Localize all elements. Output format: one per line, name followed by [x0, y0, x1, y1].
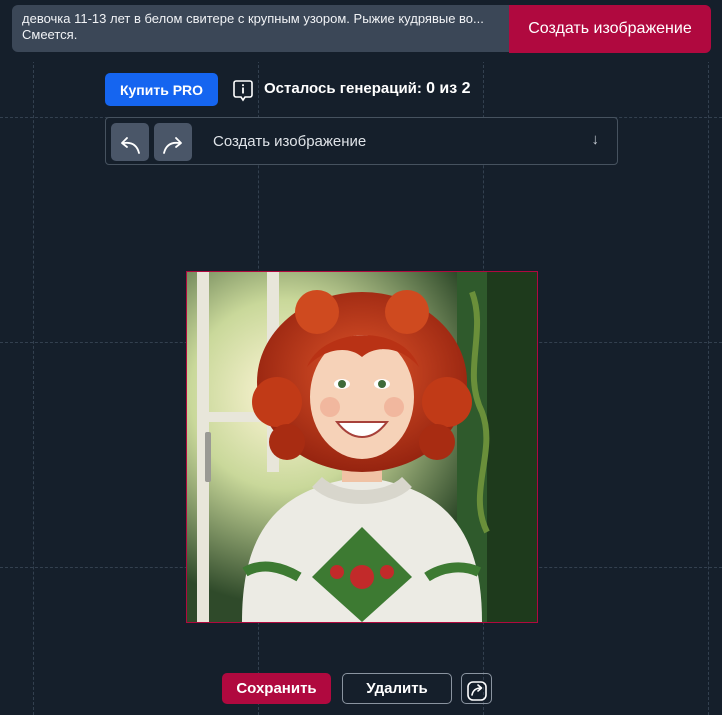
generated-image [186, 271, 538, 623]
redo-button[interactable] [154, 123, 192, 161]
mode-toolbar: Создать изображение ↓ [105, 117, 618, 165]
buy-pro-button[interactable]: Купить PRO [105, 73, 218, 106]
chevron-down-icon[interactable]: ↓ [592, 131, 600, 148]
grid-line [708, 60, 709, 715]
grid-line [33, 60, 34, 715]
prompt-bar: девочка 11-13 лет в белом свитере с круп… [0, 0, 722, 62]
create-image-button[interactable]: Создать изображение [509, 5, 711, 53]
generations-label: Осталось генераций: [264, 80, 422, 97]
prompt-input[interactable]: девочка 11-13 лет в белом свитере с круп… [12, 5, 512, 52]
share-icon [462, 680, 491, 702]
save-button[interactable]: Сохранить [222, 673, 331, 704]
share-button[interactable] [461, 673, 492, 704]
prompt-text[interactable]: девочка 11-13 лет в белом свитере с круп… [22, 11, 484, 42]
info-icon[interactable] [233, 80, 253, 102]
redo-icon [154, 136, 192, 156]
generations-counter: Осталось генераций: 0 из 2 [264, 80, 471, 98]
delete-button[interactable]: Удалить [342, 673, 452, 704]
generations-value: 0 из 2 [426, 80, 471, 97]
mode-select[interactable]: Создать изображение [213, 133, 366, 150]
undo-button[interactable] [111, 123, 149, 161]
undo-icon [111, 136, 149, 156]
